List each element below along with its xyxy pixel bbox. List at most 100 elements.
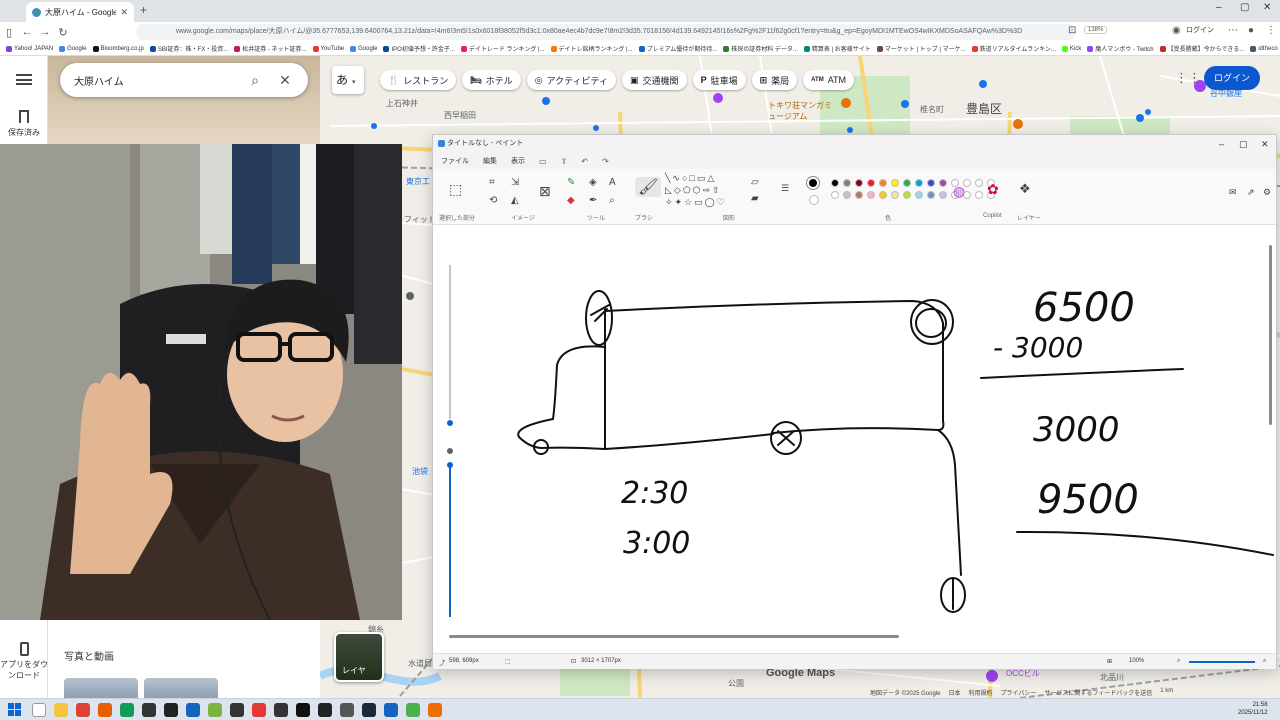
horizontal-scrollbar[interactable] xyxy=(449,635,899,638)
clear-search-icon[interactable]: ✕ xyxy=(274,72,296,89)
category-chip-train[interactable]: ▣ 交通機関 xyxy=(622,70,687,90)
extensions-icon[interactable]: ⋯ xyxy=(1228,25,1238,36)
close-window-icon[interactable]: ✕ xyxy=(1263,2,1271,13)
shape-fill-icon[interactable]: ▰ xyxy=(751,193,759,204)
zoom-slider[interactable] xyxy=(1189,661,1255,663)
color-swatch[interactable] xyxy=(879,179,887,187)
paint-canvas[interactable]: 6500 - 3000 3000 9500 2:30 3:00 xyxy=(433,225,1276,645)
category-chip-pharmacy[interactable]: ⊞ 薬局 xyxy=(751,70,798,90)
bookmark-item[interactable]: Google xyxy=(59,45,87,52)
edit-colors-icon[interactable]: ◍ xyxy=(953,183,965,200)
color-swatch[interactable] xyxy=(939,191,947,199)
taskbar-vim-icon[interactable] xyxy=(406,703,420,717)
current-color-swatch[interactable] xyxy=(807,177,819,189)
taskbar-app-icon[interactable] xyxy=(230,703,244,717)
forward-arrow-icon[interactable]: → xyxy=(36,26,54,38)
rotate-icon[interactable]: ⟲ xyxy=(489,195,497,206)
selection-icon[interactable]: ⬚ xyxy=(449,181,462,198)
taskbar-app-icon[interactable] xyxy=(208,703,222,717)
search-input[interactable] xyxy=(74,74,236,86)
taskbar-steam-icon[interactable] xyxy=(362,703,376,717)
zoom-indicator[interactable]: 138% xyxy=(1084,26,1108,34)
bookmark-item[interactable]: 株探の証券材料 データ... xyxy=(723,44,798,53)
login-button[interactable]: ログイン xyxy=(1204,66,1260,90)
color-swatch[interactable] xyxy=(855,191,863,199)
attribution-item[interactable]: 利用規約 xyxy=(968,688,992,697)
layers-icon[interactable]: ❖ xyxy=(1019,181,1031,197)
settings-gear-icon[interactable]: ⚙ xyxy=(1263,187,1271,198)
browser-menu-icon[interactable]: ⋮ xyxy=(1266,25,1276,36)
new-tab-icon[interactable]: + xyxy=(140,3,147,17)
taskbar-app-icon[interactable] xyxy=(186,703,200,717)
bookmark-item[interactable]: Yahoo! JAPAN xyxy=(6,45,53,52)
share-icon[interactable]: ⇪ xyxy=(561,157,568,166)
color-swatch[interactable] xyxy=(843,179,851,187)
taskbar-notion-icon[interactable] xyxy=(296,703,310,717)
maximize-window-icon[interactable]: ▢ xyxy=(1240,2,1249,13)
bookmark-item[interactable]: YouTube xyxy=(312,45,344,52)
menu-edit[interactable]: 編集 xyxy=(483,156,497,166)
color-swatch[interactable] xyxy=(915,191,923,199)
color-swatch[interactable] xyxy=(975,179,983,187)
taskbar-file-explorer-icon[interactable] xyxy=(54,703,68,717)
bookmark-item[interactable]: 松井証券 - ネット証券... xyxy=(234,44,307,53)
taskbar-edge-icon[interactable] xyxy=(120,703,134,717)
attribution-item[interactable]: 日本 xyxy=(948,688,960,697)
drawing-surface[interactable]: 6500 - 3000 3000 9500 2:30 3:00 xyxy=(433,225,1278,645)
menu-view[interactable]: 表示 xyxy=(511,156,525,166)
photo-thumbnail[interactable] xyxy=(144,678,218,698)
copilot-icon[interactable]: ✿ xyxy=(987,181,999,198)
paint-minimize-icon[interactable]: – xyxy=(1219,135,1224,153)
color-swatch[interactable] xyxy=(891,191,899,199)
category-chip-bed[interactable]: 🛏 ホテル xyxy=(462,70,521,90)
stroke-size-icon[interactable]: ☰ xyxy=(781,183,789,194)
bookmark-item[interactable]: SBI証券：株・FX・投資... xyxy=(149,44,228,53)
color-swatch[interactable] xyxy=(831,179,839,187)
color-picker-icon[interactable]: ✒ xyxy=(589,195,597,206)
profile-avatar-icon[interactable]: ● xyxy=(1248,25,1254,36)
undo-icon[interactable]: ↶ xyxy=(581,157,588,166)
browser-tab-maps[interactable]: 大原ハイム - Google マップ ✕ xyxy=(26,2,134,22)
shapes-gallery-icon[interactable]: ╲∿○□▭△ xyxy=(665,173,716,184)
browser-login-label[interactable]: ログイン xyxy=(1186,25,1214,35)
bookmark-item[interactable]: Kick xyxy=(1061,45,1081,52)
saved-button[interactable]: 保存済み xyxy=(0,110,48,138)
color-swatch[interactable] xyxy=(867,191,875,199)
bookmark-item[interactable]: 精算表 | お客様サイト xyxy=(803,44,871,53)
address-bar[interactable]: www.google.com/maps/place/大原ハイム/@35.6777… xyxy=(136,24,1076,40)
save-icon[interactable]: ▭ xyxy=(539,157,547,166)
magnifier-icon[interactable]: ⌕ xyxy=(609,195,615,206)
bookmark-item[interactable]: Google xyxy=(350,45,377,52)
color-swatch[interactable] xyxy=(927,179,935,187)
resize-icon[interactable]: ⇲ xyxy=(511,177,519,188)
eraser-icon[interactable]: ◆ xyxy=(567,195,575,206)
attribution-item[interactable]: プライバシー xyxy=(1000,688,1036,697)
taskbar-app-icon[interactable] xyxy=(428,703,442,717)
color-swatch[interactable] xyxy=(927,191,935,199)
color-swatch[interactable] xyxy=(939,179,947,187)
minimize-window-icon[interactable]: – xyxy=(1216,2,1222,13)
search-icon[interactable]: ⌕ xyxy=(244,72,266,89)
app-download-button[interactable]: アプリをダウンロード xyxy=(0,642,48,681)
taskbar-app-icon[interactable] xyxy=(340,703,354,717)
comment-icon[interactable]: ✉ xyxy=(1229,187,1237,198)
bookmark-item[interactable]: 鉄道リアルタイムランキン... xyxy=(971,44,1056,53)
taskbar-firefox-icon[interactable] xyxy=(98,703,112,717)
shapes-gallery-row2-icon[interactable]: ◺◇⬠⬡⇨⇧ xyxy=(665,185,722,196)
attribution-item[interactable]: 1 km xyxy=(1160,688,1173,697)
pencil-icon[interactable]: ✎ xyxy=(567,177,575,188)
color-swatch[interactable] xyxy=(891,179,899,187)
color-swatch[interactable] xyxy=(915,179,923,187)
color-swatch[interactable] xyxy=(867,179,875,187)
taskbar-terminal-icon[interactable] xyxy=(142,703,156,717)
photo-thumbnail[interactable] xyxy=(64,678,138,698)
taskbar-chrome-icon[interactable] xyxy=(76,703,90,717)
layers-button[interactable]: レイヤ xyxy=(334,632,384,682)
color-swatch[interactable] xyxy=(831,191,839,199)
secondary-color-swatch[interactable] xyxy=(809,195,819,205)
bookmark-item[interactable]: Bloomberg.co.jp xyxy=(92,45,144,52)
zoom-out-icon[interactable]: ⌕ xyxy=(1177,658,1180,665)
taskbar-obs-icon[interactable] xyxy=(164,703,178,717)
category-chip-parking[interactable]: P 駐車場 xyxy=(692,70,746,90)
brush-icon[interactable]: 🖌 xyxy=(635,177,662,197)
